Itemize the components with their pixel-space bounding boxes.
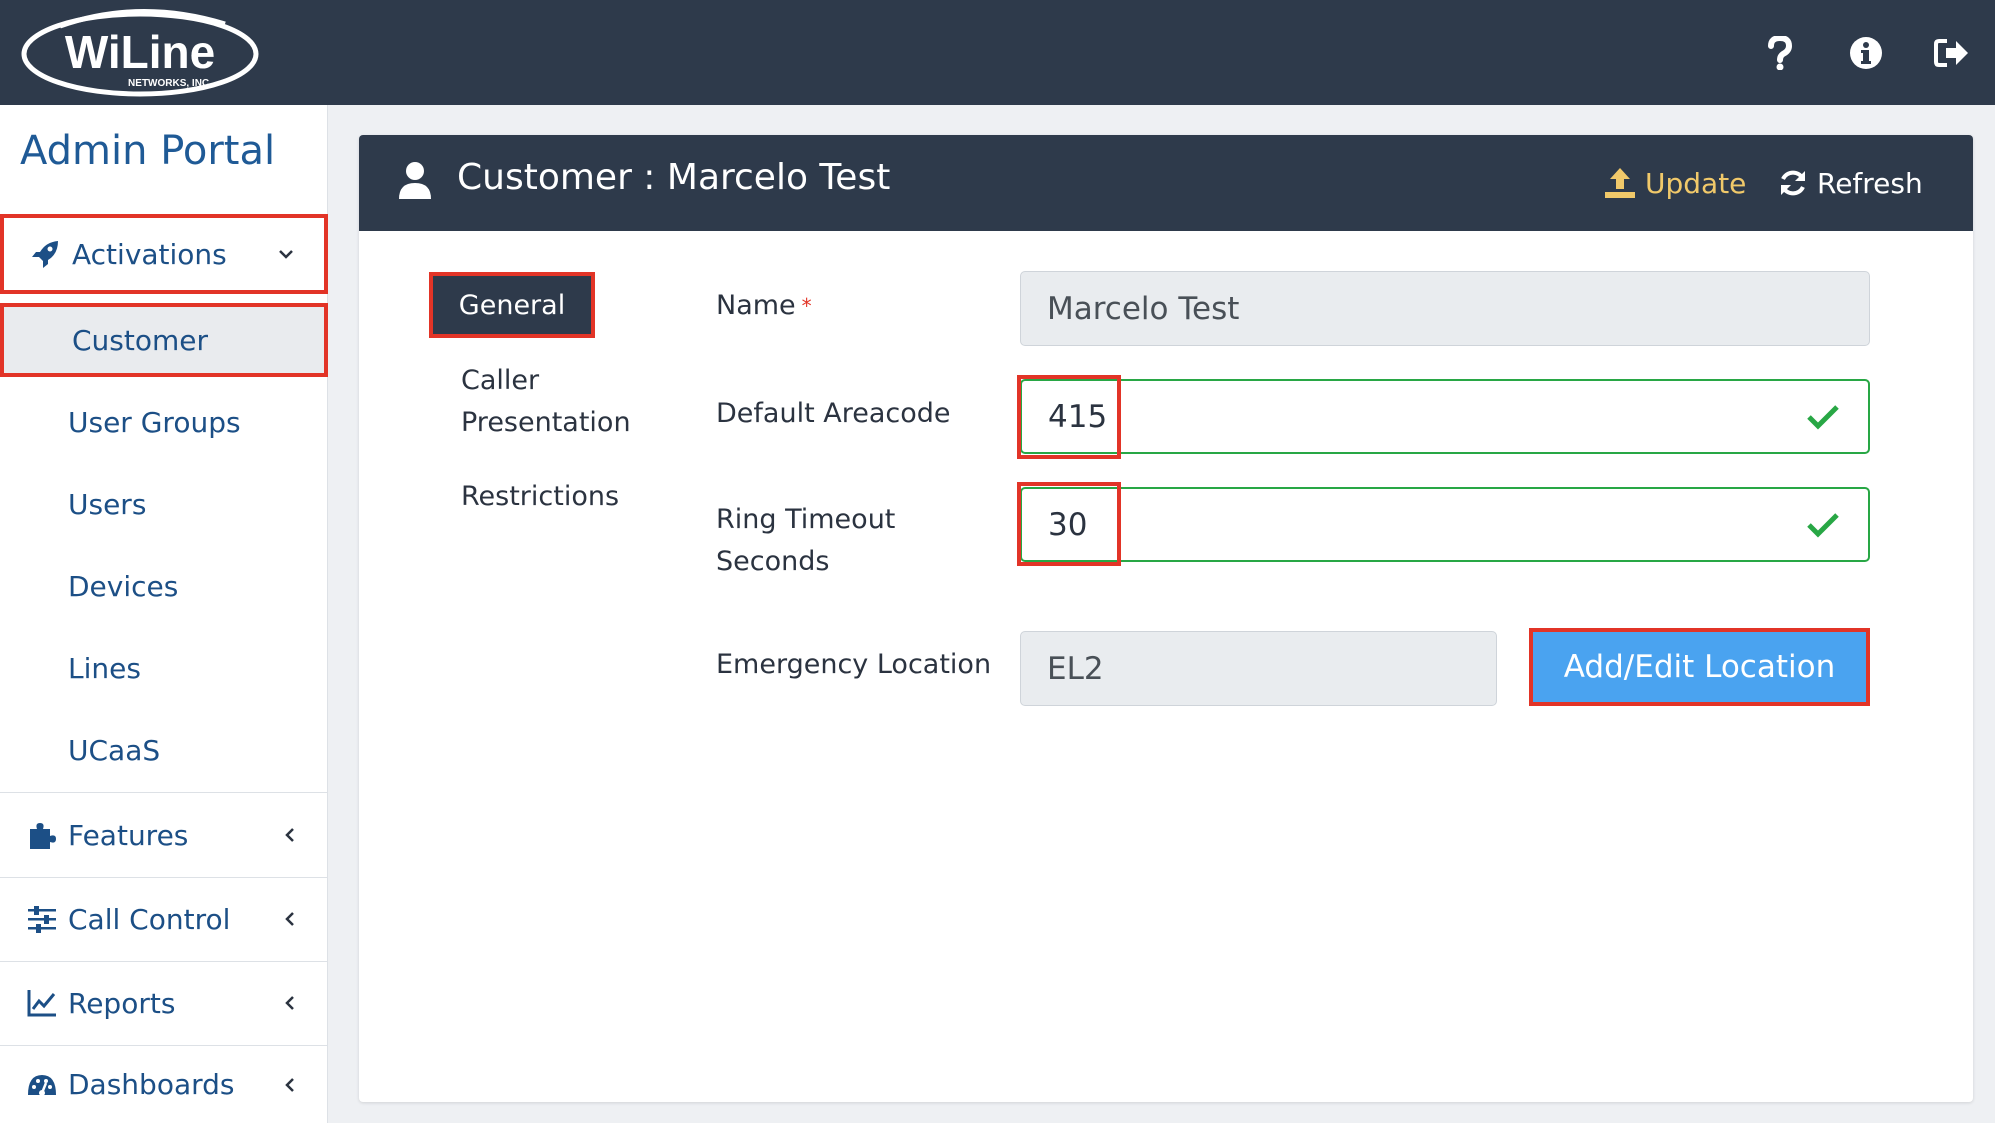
sidebar-item-label: Dashboards [68,1068,235,1101]
refresh-button[interactable]: Refresh [1777,161,1923,205]
logout-button[interactable] [1909,0,1995,105]
chevron-left-icon [285,912,294,926]
add-edit-location-button[interactable]: Add/Edit Location [1529,628,1870,706]
tab-label-line: Caller [461,365,540,396]
sidebar-item-customer[interactable]: Customer [0,303,328,377]
sliders-icon [28,906,56,933]
chevron-left-icon [285,828,294,842]
emergency-location-label: Emergency Location [716,649,992,680]
sidebar-item-label: UCaaS [68,733,161,767]
areacode-highlight [1017,375,1121,459]
name-value: Marcelo Test [1047,290,1240,327]
sidebar-item-call-control[interactable]: Call Control [0,878,328,960]
refresh-icon [1781,170,1805,196]
sidebar-item-lines[interactable]: Lines [0,640,328,696]
info-button[interactable] [1823,0,1909,105]
ring-timeout-label-line: Seconds [716,546,830,577]
sidebar-item-label: Users [68,487,147,521]
update-button[interactable]: Update [1603,161,1746,205]
sidebar-item-label: Call Control [68,902,231,936]
sidebar-item-label: Features [68,818,189,852]
sidebar-item-user-groups[interactable]: User Groups [0,394,328,450]
emergency-location-value: EL2 [1047,650,1104,687]
top-navbar: WiLine NETWORKS, INC. [0,0,1995,105]
sidebar-item-label: User Groups [68,405,241,439]
name-field[interactable]: Marcelo Test [1020,271,1870,346]
panel-title: Customer : Marcelo Test [457,157,891,198]
tab-caller-presentation[interactable]: Caller Presentation [461,360,631,444]
portal-title: Admin Portal [20,128,276,174]
dashboard-icon [28,1074,56,1096]
sidebar-item-reports[interactable]: Reports [0,962,328,1044]
rocket-icon [32,241,58,268]
areacode-label: Default Areacode [716,398,951,429]
wiline-logo[interactable]: WiLine NETWORKS, INC. [20,4,265,98]
tab-label: General [458,289,566,321]
sidebar-item-label: Devices [68,569,179,603]
ring-timeout-input[interactable]: 30 [1020,487,1870,562]
emergency-location-field[interactable]: EL2 [1020,631,1497,706]
help-button[interactable] [1737,0,1823,105]
sidebar-item-label: Activations [72,237,227,271]
tab-restrictions[interactable]: Restrictions [461,476,619,518]
tab-label: Restrictions [461,481,620,512]
sidebar-item-features[interactable]: Features [0,794,328,876]
sign-out-icon [1934,38,1968,67]
tab-label-line: Presentation [461,407,631,438]
sidebar-item-label: Reports [68,986,176,1020]
svg-text:NETWORKS, INC.: NETWORKS, INC. [128,78,212,89]
ring-timeout-highlight [1017,482,1121,566]
sidebar-item-label: Customer [72,323,209,357]
question-icon [1768,35,1793,70]
sidebar-item-users[interactable]: Users [0,476,328,532]
name-label-text: Name [716,290,796,321]
line-chart-icon [27,990,56,1017]
sidebar-item-dashboards[interactable]: Dashboards [0,1046,328,1123]
name-label: Name * [716,285,812,327]
user-icon [399,162,431,199]
areacode-input[interactable]: 415 [1020,379,1870,454]
sidebar-item-label: Lines [68,651,141,685]
upload-icon [1605,168,1635,198]
chevron-left-icon [285,1077,294,1092]
panel-header: Customer : Marcelo Test Update Refresh [359,135,1973,231]
puzzle-icon [30,823,56,849]
sidebar-item-activations[interactable]: Activations [0,214,328,294]
add-edit-location-label: Add/Edit Location [1563,649,1836,685]
check-icon [1807,404,1839,430]
sidebar-item-ucaas[interactable]: UCaaS [0,722,328,778]
update-label: Update [1645,166,1747,200]
ring-timeout-label: Ring Timeout Seconds [716,499,895,583]
chevron-left-icon [285,996,294,1010]
required-marker: * [801,294,812,318]
tab-general[interactable]: General [429,272,595,338]
svg-text:WiLine: WiLine [65,26,215,78]
ring-timeout-label-line: Ring Timeout [716,504,896,535]
chevron-down-icon [279,250,293,259]
customer-panel: Customer : Marcelo Test Update Refresh G… [359,135,1973,1102]
check-icon [1807,512,1839,538]
sidebar-item-devices[interactable]: Devices [0,558,328,614]
refresh-label: Refresh [1817,166,1923,200]
info-icon [1850,36,1882,69]
sidebar-divider [0,792,328,793]
